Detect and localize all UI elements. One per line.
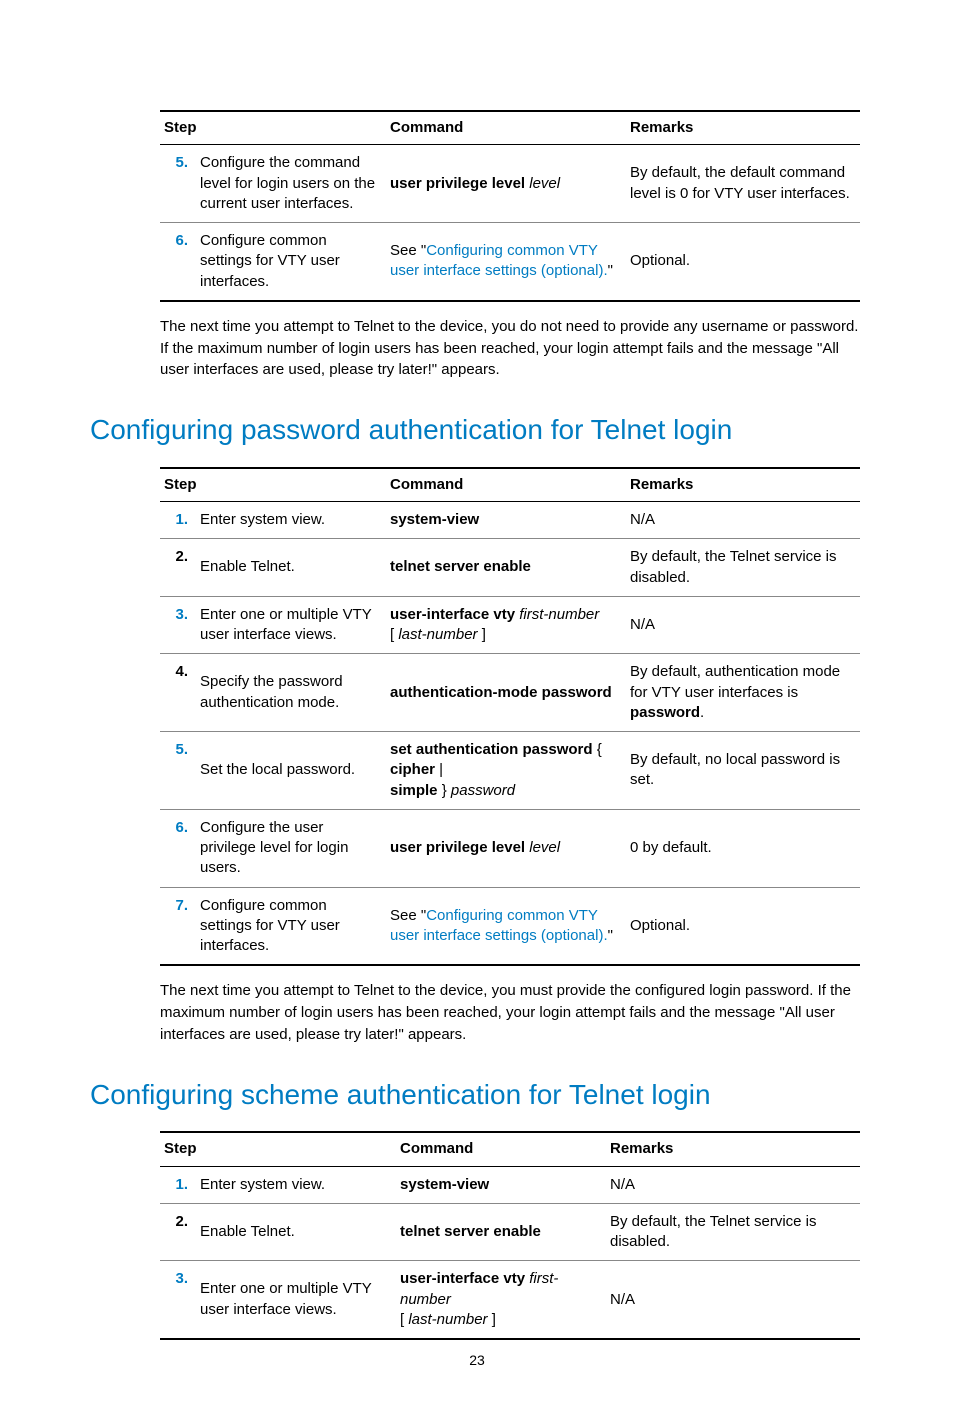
th-command: Command bbox=[386, 111, 626, 145]
remarks-cell: By default, the Telnet service is disabl… bbox=[626, 539, 860, 597]
th-remarks: Remarks bbox=[626, 468, 860, 502]
command-cell: user-interface vty first-number [ last-n… bbox=[386, 596, 626, 654]
page-number: 23 bbox=[0, 1351, 954, 1370]
step-text: Configure common settings for VTY user i… bbox=[196, 223, 386, 301]
remarks-cell: By default, the default command level is… bbox=[626, 145, 860, 223]
command-cell: system-view bbox=[386, 502, 626, 539]
table-row: 3. Enter one or multiple VTY user interf… bbox=[160, 596, 860, 654]
step-text: Enter system view. bbox=[196, 502, 386, 539]
command-cell: authentication-mode password bbox=[386, 654, 626, 732]
step-number: 2. bbox=[160, 1203, 196, 1261]
table-row: 2. Enable Telnet. telnet server enable B… bbox=[160, 1203, 860, 1261]
step-number: 4. bbox=[160, 654, 196, 732]
table-row: 2. Enable Telnet. telnet server enable B… bbox=[160, 539, 860, 597]
table-row: 4. Specify the password authentication m… bbox=[160, 654, 860, 732]
remarks-cell: By default, the Telnet service is disabl… bbox=[606, 1203, 860, 1261]
step-number: 6. bbox=[160, 223, 196, 301]
paragraph-1: The next time you attempt to Telnet to t… bbox=[160, 316, 864, 381]
table-row: 5. Configure the command level for login… bbox=[160, 145, 860, 223]
step-text: Configure the command level for login us… bbox=[196, 145, 386, 223]
th-step: Step bbox=[160, 468, 386, 502]
table-row: 6. Configure common settings for VTY use… bbox=[160, 223, 860, 301]
step-text: Enable Telnet. bbox=[196, 539, 386, 597]
step-text: Enter one or multiple VTY user interface… bbox=[196, 1261, 396, 1339]
remarks-cell: N/A bbox=[626, 596, 860, 654]
step-number: 6. bbox=[160, 809, 196, 887]
step-number: 5. bbox=[160, 145, 196, 223]
command-cell: user privilege level level bbox=[386, 145, 626, 223]
step-number: 3. bbox=[160, 1261, 196, 1339]
table-row: 5. Set the local password. set authentic… bbox=[160, 732, 860, 810]
table-row: 3. Enter one or multiple VTY user interf… bbox=[160, 1261, 860, 1339]
remarks-cell: N/A bbox=[626, 502, 860, 539]
remarks-cell: Optional. bbox=[626, 887, 860, 965]
th-step: Step bbox=[160, 1132, 396, 1166]
table-2: Step Command Remarks 1. Enter system vie… bbox=[160, 467, 860, 967]
table-row: 7. Configure common settings for VTY use… bbox=[160, 887, 860, 965]
step-text: Enter system view. bbox=[196, 1166, 396, 1203]
remarks-cell: N/A bbox=[606, 1166, 860, 1203]
paragraph-2: The next time you attempt to Telnet to t… bbox=[160, 980, 864, 1045]
table-row: 1. Enter system view. system-view N/A bbox=[160, 1166, 860, 1203]
th-command: Command bbox=[396, 1132, 606, 1166]
step-text: Configure the user privilege level for l… bbox=[196, 809, 386, 887]
step-text: Set the local password. bbox=[196, 732, 386, 810]
th-remarks: Remarks bbox=[606, 1132, 860, 1166]
command-cell: telnet server enable bbox=[396, 1203, 606, 1261]
step-number: 3. bbox=[160, 596, 196, 654]
command-cell: user-interface vty first-number [ last-n… bbox=[396, 1261, 606, 1339]
step-number: 1. bbox=[160, 1166, 196, 1203]
command-cell: system-view bbox=[396, 1166, 606, 1203]
remarks-cell: By default, no local password is set. bbox=[626, 732, 860, 810]
heading-scheme-auth: Configuring scheme authentication for Te… bbox=[90, 1076, 864, 1114]
command-cell: set authentication password { cipher | s… bbox=[386, 732, 626, 810]
step-text: Specify the password authentication mode… bbox=[196, 654, 386, 732]
th-step: Step bbox=[160, 111, 386, 145]
step-text: Configure common settings for VTY user i… bbox=[196, 887, 386, 965]
table-1: Step Command Remarks 5. Configure the co… bbox=[160, 110, 860, 302]
table-row: 1. Enter system view. system-view N/A bbox=[160, 502, 860, 539]
step-text: Enter one or multiple VTY user interface… bbox=[196, 596, 386, 654]
th-remarks: Remarks bbox=[626, 111, 860, 145]
command-cell: user privilege level level bbox=[386, 809, 626, 887]
command-cell: See "Configuring common VTY user interfa… bbox=[386, 223, 626, 301]
command-cell: See "Configuring common VTY user interfa… bbox=[386, 887, 626, 965]
table-row: 6. Configure the user privilege level fo… bbox=[160, 809, 860, 887]
command-cell: telnet server enable bbox=[386, 539, 626, 597]
step-number: 5. bbox=[160, 732, 196, 810]
step-text: Enable Telnet. bbox=[196, 1203, 396, 1261]
remarks-cell: Optional. bbox=[626, 223, 860, 301]
heading-password-auth: Configuring password authentication for … bbox=[90, 411, 864, 449]
step-number: 1. bbox=[160, 502, 196, 539]
th-command: Command bbox=[386, 468, 626, 502]
remarks-cell: 0 by default. bbox=[626, 809, 860, 887]
remarks-cell: By default, authentication mode for VTY … bbox=[626, 654, 860, 732]
step-number: 7. bbox=[160, 887, 196, 965]
table-3: Step Command Remarks 1. Enter system vie… bbox=[160, 1131, 860, 1340]
remarks-cell: N/A bbox=[606, 1261, 860, 1339]
step-number: 2. bbox=[160, 539, 196, 597]
